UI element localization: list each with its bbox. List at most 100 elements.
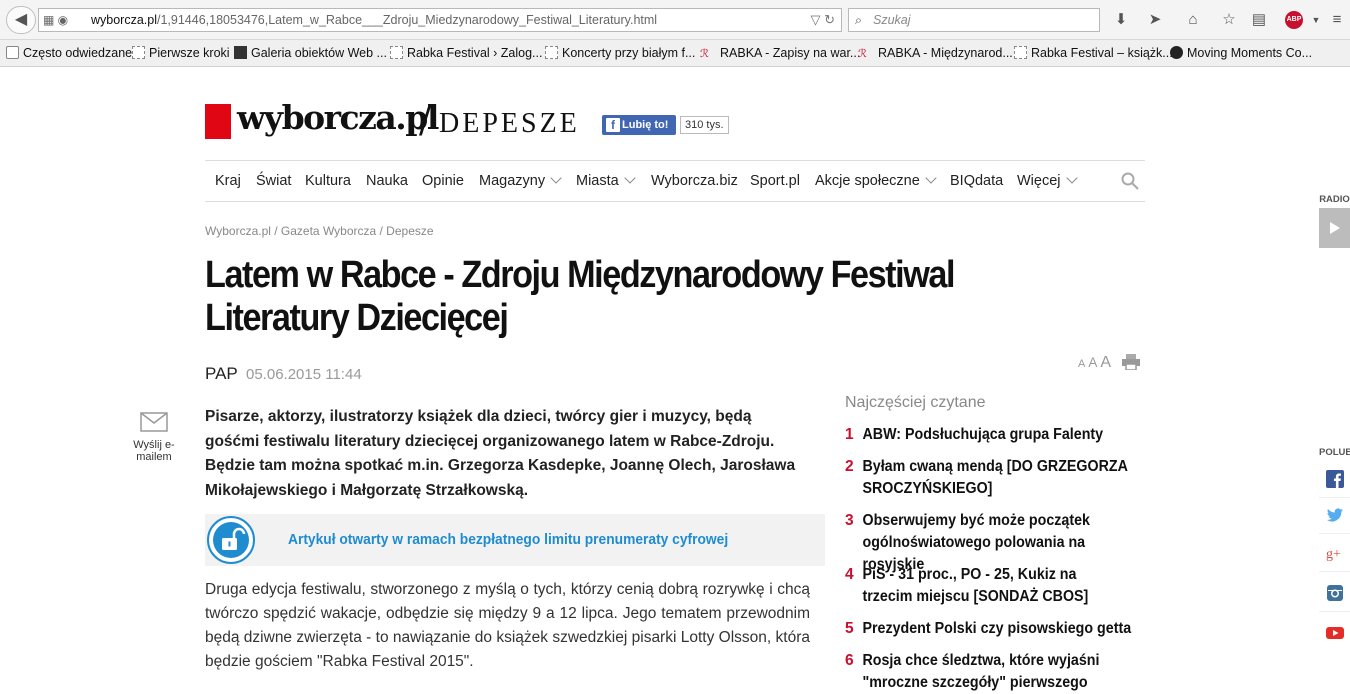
page-icon [390,46,403,59]
url-domain: wyborcza.pl [91,13,157,27]
nav-item-akcje[interactable]: Akcje społeczne [815,172,937,189]
share-email-button[interactable]: Wyślij e-mailem [128,412,180,463]
popular-item[interactable]: 5 Prezydent Polski czy pisowskiego getta [845,618,1145,640]
nav-item-nauka[interactable]: Nauka [366,173,408,189]
popular-item[interactable]: 6 Rosja chce śledztwa, które wyjaśni "mro… [845,650,1145,694]
share-email-label: Wyślij e-mailem [133,439,175,463]
search-icon: ⌕ [855,13,863,27]
nav-item-wiecej[interactable]: Więcej [1017,172,1078,189]
breadcrumb[interactable]: Wyborcza.pl / Gazeta Wyborcza / Depesze [205,224,434,238]
rabka-icon: ℛ [700,48,709,60]
home-icon[interactable]: ⌂ [1182,9,1204,31]
nav-item-opinie[interactable]: Opinie [422,173,464,189]
google-plus-icon: g+ [1326,547,1341,562]
bookmark-item[interactable]: Często odwiedzane [6,46,132,60]
download-icon[interactable]: ⬇ [1110,9,1132,31]
browser-search-input[interactable]: ⌕ Szukaj [848,8,1100,32]
open-article-banner[interactable]: Artykuł otwarty w ramach bezpłatnego lim… [205,514,825,566]
unlock-badge [207,516,255,564]
popular-item[interactable]: 4 PiS - 31 proc., PO - 25, Kukiz na trzec… [845,564,1145,608]
font-small-button[interactable]: A [1078,358,1085,370]
section-name: DEPESZE [439,108,580,139]
bookmarks-bar: Często odwiedzane Pierwsze kroki Galeria… [0,40,1350,67]
envelope-icon [140,412,168,432]
popular-item[interactable]: 1 ABW: Podsłuchująca grupa Falenty [845,424,1145,446]
unlock-icon [222,527,246,550]
send-icon[interactable]: ➤ [1144,9,1166,31]
page-icon [545,46,558,59]
bookmark-item[interactable]: Galeria obiektów Web ... [234,46,387,60]
youtube-icon [1326,627,1344,639]
nav-item-biqdata[interactable]: BIQdata [950,173,1003,189]
browser-toolbar: ◀ ▦ ◉ wyborcza.pl/1,91446,18053476,Latem… [0,0,1350,40]
play-icon [1330,222,1340,234]
adblock-icon[interactable]: ABP [1285,11,1303,29]
menu-icon[interactable]: ≡ [1326,9,1348,31]
logo-red-block [205,104,231,139]
url-path: /1,91446,18053476,Latem_w_Rabce___Zdroju… [157,13,658,27]
nav-item-kultura[interactable]: Kultura [305,173,351,189]
star-icon[interactable]: ☆ [1218,9,1240,31]
article-author: PAP [205,364,238,383]
chevron-down-icon [624,172,636,184]
bookmark-item[interactable]: ℛ RABKA - Zapisy na war... [700,46,860,61]
chevron-down-icon [925,172,937,184]
bookmark-item[interactable]: Pierwsze kroki [132,46,230,60]
font-large-button[interactable]: A [1100,354,1111,372]
twitter-share-button[interactable] [1319,498,1350,534]
moving-moments-icon [1170,46,1183,59]
folder-icon [6,46,19,59]
instagram-share-button[interactable] [1319,576,1350,612]
main-navigation: Kraj Świat Kultura Nauka Opinie Magazyny… [205,160,1145,202]
article-body: Druga edycja festiwalu, stworzonego z my… [205,581,810,670]
bookmark-item[interactable]: Moving Moments Co... [1170,46,1312,60]
bookmark-item[interactable]: Rabka Festival – książk... [1014,46,1173,60]
facebook-icon: f [606,118,620,132]
logo-text: wyborcza.pl [237,98,439,137]
print-icon[interactable] [1122,354,1140,370]
facebook-like-button[interactable]: f Lubię to! [602,115,676,135]
article-date: 05.06.2015 11:44 [246,366,362,383]
search-placeholder: Szukaj [873,13,911,27]
googleplus-share-button[interactable]: g+ [1319,536,1350,572]
logo-slash: / [419,100,432,141]
nav-item-kraj[interactable]: Kraj [215,173,241,189]
search-icon[interactable] [1121,172,1139,190]
youtube-share-button[interactable] [1319,616,1350,652]
page-icon [132,46,145,59]
article-title: Latem w Rabce - Zdroju Międzynarodowy Fe… [205,254,955,339]
bookmark-item[interactable]: ℛ RABKA - Międzynarod... [858,46,1013,61]
radio-label: RADIO [1319,194,1350,205]
rabka-icon: ℛ [858,48,867,60]
article-lead: Pisarze, aktorzy, ilustratorzy książek d… [205,408,796,499]
page-icon [1014,46,1027,59]
instagram-icon [1327,585,1343,601]
reload-icon[interactable]: ▽ ↻ [810,9,835,31]
chevron-down-icon [550,172,562,184]
facebook-share-button[interactable] [1319,462,1350,498]
svg-text:g+: g+ [1326,547,1341,562]
nav-item-magazyny[interactable]: Magazyny [479,172,562,189]
reading-list-icon[interactable]: ▤ [1248,9,1270,31]
dropdown-icon[interactable]: ▼ [1305,9,1327,31]
nav-item-wyborcza-biz[interactable]: Wyborcza.biz [651,173,738,189]
radio-play-button[interactable] [1319,208,1350,248]
back-button[interactable]: ◀ [6,6,36,34]
popular-item[interactable]: 2 Byłam cwaną mendą [DO GRZEGORZA SROCZYŃ… [845,456,1145,500]
chevron-down-icon [1065,172,1078,184]
open-article-text: Artykuł otwarty w ramach bezpłatnego lim… [288,531,729,548]
bookmark-item[interactable]: Rabka Festival › Zalog... [390,46,542,60]
facebook-icon [1326,470,1344,488]
url-bar[interactable]: ▦ ◉ wyborcza.pl/1,91446,18053476,Latem_w… [38,8,842,32]
fb-like-label: Lubię to! [622,119,669,131]
font-medium-button[interactable]: A [1088,355,1097,370]
page-info-icon[interactable]: ▦ ◉ [43,9,68,31]
nav-item-sport[interactable]: Sport.pl [750,173,800,189]
polub-label: POLUB [1319,447,1350,458]
nav-item-miasta[interactable]: Miasta [576,172,636,189]
font-size-controls: AAA [1078,354,1114,372]
gallery-icon [234,46,247,59]
nav-item-swiat[interactable]: Świat [256,173,291,189]
popular-heading: Najczęściej czytane [845,394,986,411]
bookmark-item[interactable]: Koncerty przy białym f... [545,46,695,60]
